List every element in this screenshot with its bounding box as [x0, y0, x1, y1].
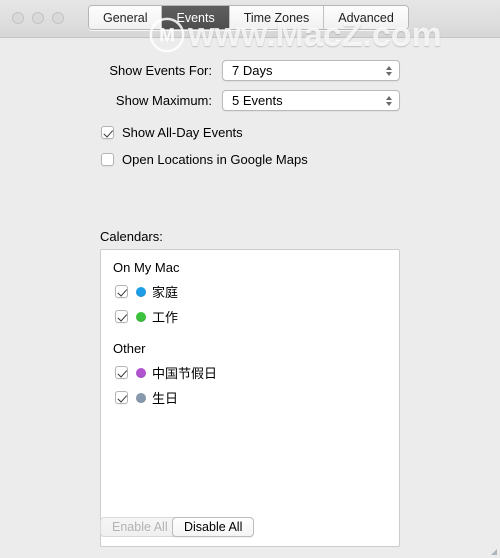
preferences-window: General Events Time Zones Advanced M www…: [0, 0, 500, 558]
calendar-name: 工作: [152, 310, 179, 325]
tab-general-label: General: [103, 10, 148, 25]
calendar-name: 家庭: [152, 285, 179, 300]
calendar-name: 生日: [152, 391, 179, 406]
enable-all-label: Enable All: [112, 520, 168, 534]
chevron-up-down-icon: [386, 65, 392, 76]
show-events-for-value: 7 Days: [232, 63, 273, 78]
disable-all-button[interactable]: Disable All: [172, 517, 255, 537]
calendars-list[interactable]: On My Mac 家庭 工作 Other 中国节假日 生日: [100, 249, 400, 547]
calendar-group-header-on-my-mac: On My Mac: [113, 260, 180, 275]
window-titlebar: General Events Time Zones Advanced: [0, 0, 500, 38]
show-maximum-dropdown[interactable]: 5 Events: [222, 90, 400, 111]
show-events-for-label: Show Events For:: [109, 63, 212, 78]
calendar-color-dot: [136, 311, 146, 322]
tab-bar: General Events Time Zones Advanced: [88, 5, 409, 30]
open-locations-google-maps-checkbox[interactable]: Open Locations in Google Maps: [101, 152, 308, 167]
resize-grip-icon[interactable]: [490, 548, 498, 556]
calendar-list-item[interactable]: 家庭: [101, 279, 399, 304]
checkbox-box[interactable]: [115, 310, 128, 323]
checkbox-box[interactable]: [115, 366, 128, 379]
traffic-lights: [12, 12, 64, 24]
tab-events-label: Events: [176, 10, 215, 25]
open-locations-google-maps-label: Open Locations in Google Maps: [122, 152, 308, 167]
minimize-button[interactable]: [32, 12, 44, 24]
show-maximum-value: 5 Events: [232, 93, 283, 108]
calendar-list-item[interactable]: 生日: [101, 385, 399, 410]
calendar-color-dot: [136, 392, 146, 403]
enable-all-button[interactable]: Enable All: [100, 517, 180, 537]
tab-advanced[interactable]: Advanced: [324, 6, 408, 29]
events-preferences-pane: Show Events For: 7 Days Show Maximum: 5 …: [0, 39, 500, 558]
show-all-day-events-label: Show All-Day Events: [122, 125, 243, 140]
show-maximum-label: Show Maximum:: [115, 93, 212, 108]
show-events-for-dropdown[interactable]: 7 Days: [222, 60, 400, 81]
tab-general[interactable]: General: [89, 6, 163, 29]
calendar-list-item[interactable]: 中国节假日: [101, 360, 399, 385]
show-all-day-events-checkbox[interactable]: Show All-Day Events: [101, 125, 243, 140]
checkbox-box: [101, 153, 114, 166]
close-button[interactable]: [12, 12, 24, 24]
calendar-group-header-other: Other: [113, 341, 146, 356]
tab-time-zones-label: Time Zones: [243, 10, 310, 25]
calendar-name: 中国节假日: [152, 366, 218, 381]
calendar-color-dot: [136, 367, 146, 378]
zoom-button[interactable]: [52, 12, 64, 24]
tab-events[interactable]: Events: [162, 6, 230, 29]
show-maximum-row: Show Maximum: 5 Events: [100, 90, 400, 111]
calendar-color-dot: [136, 286, 146, 297]
checkbox-box[interactable]: [115, 391, 128, 404]
tab-time-zones[interactable]: Time Zones: [229, 6, 325, 29]
show-events-for-row: Show Events For: 7 Days: [100, 60, 400, 81]
tab-advanced-label: Advanced: [338, 10, 394, 25]
checkbox-box: [101, 126, 114, 139]
calendar-list-item[interactable]: 工作: [101, 304, 399, 329]
disable-all-label: Disable All: [184, 520, 243, 534]
chevron-up-down-icon: [386, 95, 392, 106]
calendars-label: Calendars:: [100, 229, 163, 244]
checkbox-box[interactable]: [115, 285, 128, 298]
